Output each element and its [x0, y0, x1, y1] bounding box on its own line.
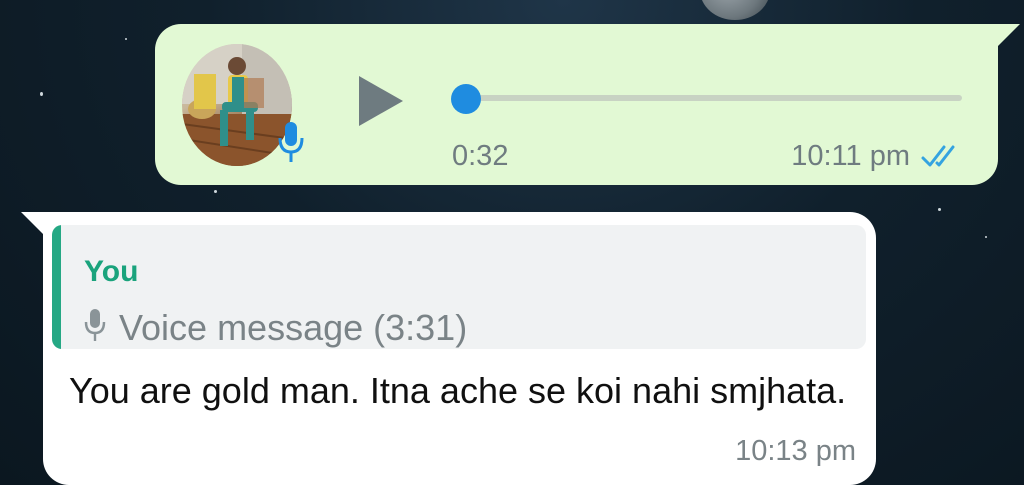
message-time: 10:11 pm	[791, 140, 910, 172]
quoted-message[interactable]: You Voice message (3:31)	[52, 225, 866, 349]
message-text: You are gold man. Itna ache se koi nahi …	[69, 370, 847, 411]
play-icon[interactable]	[353, 72, 409, 130]
star	[938, 208, 941, 211]
star	[125, 38, 127, 40]
incoming-reply-message[interactable]: You Voice message (3:31) You are gold ma…	[21, 212, 876, 485]
quote-text: Voice message (3:31)	[119, 307, 468, 348]
outgoing-voice-message[interactable]: 0:32 10:11 pm	[155, 24, 1020, 185]
star	[214, 190, 217, 193]
star	[40, 92, 43, 96]
quote-accent-bar	[52, 225, 61, 349]
moon-decoration	[700, 0, 770, 20]
quote-author: You	[84, 255, 139, 288]
voice-duration: 0:32	[452, 140, 509, 172]
message-time: 10:13 pm	[735, 435, 856, 467]
audio-progress-thumb[interactable]	[451, 84, 481, 114]
mic-icon	[278, 122, 304, 162]
avatar	[182, 44, 292, 166]
star	[985, 236, 987, 238]
mic-icon	[84, 309, 106, 341]
audio-progress-track[interactable]	[465, 95, 962, 101]
double-check-icon	[921, 145, 955, 167]
